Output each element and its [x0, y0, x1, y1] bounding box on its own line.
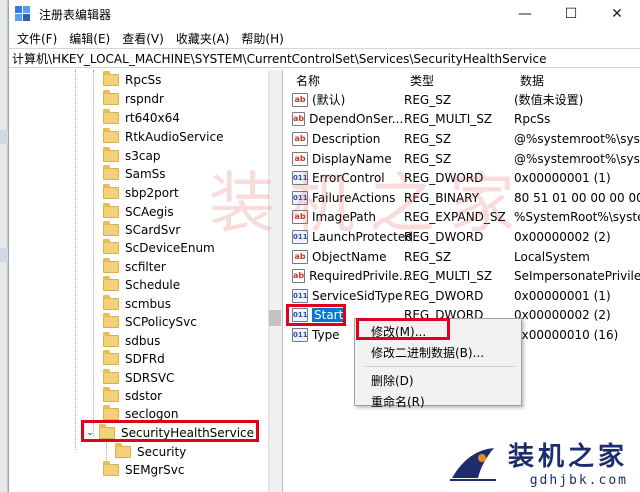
window-title: 注册表编辑器 [39, 7, 112, 22]
folder-icon [103, 404, 119, 420]
binary-value-icon: 011 [292, 288, 308, 303]
menu-help[interactable]: 帮助(H) [235, 30, 289, 47]
brand-logo-icon [450, 448, 496, 481]
background-window-mark [0, 248, 8, 262]
registry-editor-window: 注册表编辑器 — ☐ ✕ 文件(F) 编辑(E) 查看(V) 收藏夹(A) 帮助… [8, 0, 640, 492]
menu-bar: 文件(F) 编辑(E) 查看(V) 收藏夹(A) 帮助(H) [9, 28, 640, 48]
brand-watermark: 装机之家 gdhjbk.com [508, 436, 628, 488]
tree-item[interactable]: RtkAudioService [103, 127, 223, 146]
maximize-button[interactable]: ☐ [548, 0, 594, 28]
watermark-text: 装机之家 [209, 165, 529, 242]
list-header: 名称 类型 数据 [284, 70, 640, 90]
value-row[interactable]: ab DependOnSer... REG_MULTI_SZ RpcSs [284, 110, 640, 130]
string-value-icon: ab [292, 269, 306, 284]
column-header-data[interactable]: 数据 [508, 70, 640, 90]
folder-icon [103, 368, 119, 384]
brand-name: 装机之家 [507, 442, 628, 472]
minimize-button[interactable]: — [502, 0, 548, 28]
tree-item[interactable]: scfilter [103, 257, 166, 276]
title-bar[interactable]: 注册表编辑器 — ☐ ✕ [9, 0, 640, 28]
close-button[interactable]: ✕ [594, 0, 640, 28]
folder-icon [103, 108, 119, 124]
value-row[interactable]: 011 ServiceSidType REG_DWORD 0x00000001 (… [284, 286, 640, 306]
folder-icon [103, 183, 119, 199]
value-row[interactable]: ab RequiredPrivile... REG_MULTI_SZ SeImpe… [284, 266, 640, 286]
folder-icon [103, 220, 119, 236]
string-value-icon: ab [292, 112, 306, 127]
folder-icon [103, 331, 119, 347]
menu-favorites[interactable]: 收藏夹(A) [170, 30, 236, 47]
tree-item[interactable]: SDRSVC [103, 368, 174, 387]
folder-icon [103, 257, 119, 273]
tree-item[interactable]: Schedule [103, 275, 180, 294]
folder-icon [103, 127, 119, 143]
column-header-type[interactable]: 类型 [398, 70, 508, 90]
value-row[interactable]: ab (默认) REG_SZ (数值未设置) [284, 90, 640, 110]
context-menu-modify-binary[interactable]: 修改二进制数据(B)... [355, 342, 521, 363]
tree-item[interactable]: SamSs [103, 164, 166, 183]
tree-guide-line [75, 70, 76, 450]
column-header-name[interactable]: 名称 [284, 70, 398, 90]
folder-icon [103, 312, 119, 328]
folder-icon [103, 349, 119, 365]
folder-icon [103, 164, 119, 180]
tree-scrollbar-thumb[interactable] [269, 310, 281, 326]
folder-icon [103, 294, 119, 310]
folder-icon [103, 70, 119, 86]
folder-icon [103, 275, 119, 291]
tree-item[interactable]: sdbus [103, 331, 160, 350]
string-value-icon: ab [292, 249, 308, 264]
tree-item[interactable]: scmbus [103, 294, 171, 313]
folder-icon [103, 202, 119, 218]
tree-item[interactable]: rt640x64 [103, 108, 180, 127]
string-value-icon: ab [292, 92, 308, 107]
background-window-edge [0, 0, 8, 492]
tree-item[interactable]: sdstor [103, 386, 162, 405]
menu-view[interactable]: 查看(V) [116, 30, 170, 47]
binary-value-icon: 011 [292, 327, 308, 342]
folder-icon [103, 146, 119, 162]
tree-item[interactable]: RpcSs [103, 70, 161, 89]
tree-item[interactable]: SCPolicySvc [103, 312, 197, 331]
folder-icon [103, 460, 119, 476]
folder-icon [103, 386, 119, 402]
folder-icon [103, 89, 119, 105]
tree-item[interactable]: s3cap [103, 146, 160, 165]
values-list: 名称 类型 数据 ab (默认) REG_SZ (数值未设置) ab DependO… [284, 70, 640, 492]
string-value-icon: ab [292, 131, 308, 146]
context-menu-rename[interactable]: 重命名(R) [355, 391, 521, 412]
regedit-icon [15, 6, 31, 22]
folder-icon [103, 238, 119, 254]
tree-item[interactable]: rspndr [103, 89, 164, 108]
highlight-box-start-value [286, 304, 346, 326]
value-row[interactable]: ab ObjectName REG_SZ LocalSystem [284, 247, 640, 267]
tree-item[interactable]: SEMgrSvc [103, 460, 184, 479]
folder-icon [115, 442, 131, 458]
highlight-box-modify-item [356, 318, 450, 340]
context-menu-separator [365, 366, 515, 367]
tree-item[interactable]: sbp2port [103, 183, 179, 202]
highlight-box-tree-item [81, 420, 259, 442]
background-window-mark [0, 130, 8, 144]
menu-edit[interactable]: 编辑(E) [63, 30, 116, 47]
tree-guide-line [93, 70, 94, 436]
brand-url: gdhjbk.com [529, 473, 628, 488]
tree-item[interactable]: Security [115, 442, 186, 461]
tree-item[interactable]: SDFRd [103, 349, 165, 368]
value-row[interactable]: ab Description REG_SZ @%systemroot%\syst [284, 129, 640, 149]
address-bar[interactable]: 计算机\HKEY_LOCAL_MACHINE\SYSTEM\CurrentCon… [9, 48, 640, 68]
context-menu-delete[interactable]: 删除(D) [355, 370, 521, 391]
tree-item[interactable]: SCAegis [103, 202, 174, 221]
tree-item[interactable]: SCardSvr [103, 220, 180, 239]
tree-item[interactable]: ScDeviceEnum [103, 238, 215, 257]
tree-scrollbar[interactable] [268, 70, 282, 492]
menu-file[interactable]: 文件(F) [11, 30, 63, 47]
